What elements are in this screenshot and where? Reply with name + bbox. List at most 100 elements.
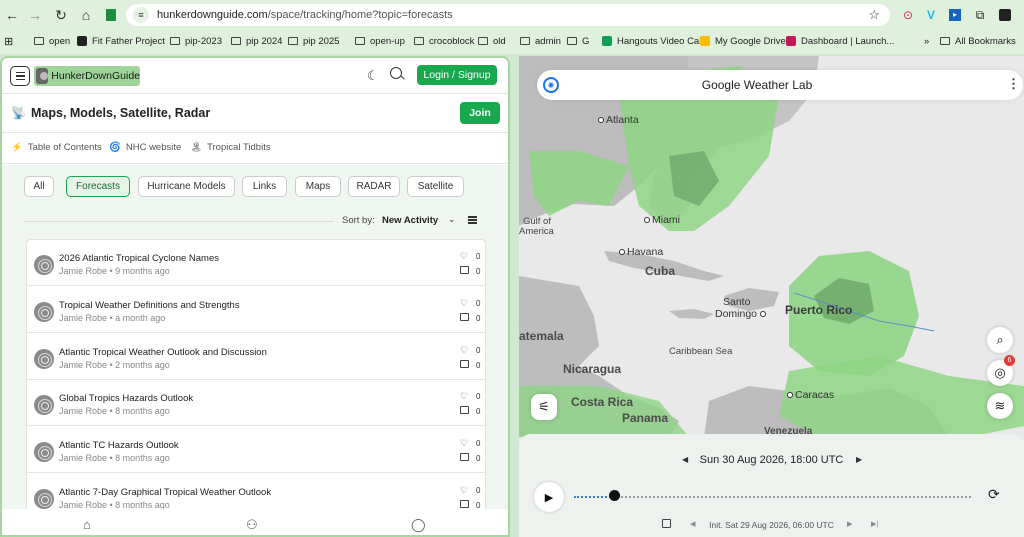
next-time-icon[interactable]: ▶ — [856, 455, 862, 464]
comment-icon[interactable] — [460, 360, 469, 368]
post-title[interactable]: Atlantic TC Hazards Outlook — [59, 440, 179, 451]
post-title[interactable]: Tropical Weather Definitions and Strengt… — [59, 300, 240, 311]
city-dot — [644, 217, 650, 224]
address-bar[interactable]: ≡ hunkerdownguide.com/space/tracking/hom… — [126, 4, 890, 26]
bookmark-label: pip 2024 — [246, 35, 283, 47]
page-title: Maps, Models, Satellite, Radar — [31, 106, 211, 120]
play-button[interactable]: ▶ — [534, 482, 564, 512]
home-nav-icon[interactable]: ⌂ — [83, 517, 91, 532]
back-icon[interactable]: ← — [2, 5, 22, 25]
apps-grid-icon[interactable]: ⊞ — [4, 33, 13, 49]
extensions-puzzle-icon[interactable]: ⧉ — [971, 6, 989, 24]
init-next-icon[interactable]: ▶ — [847, 520, 852, 528]
bookmark-label: Dashboard | Launch... — [801, 35, 895, 47]
bookmarks-overflow[interactable]: » — [924, 33, 929, 49]
list-item[interactable]: Atlantic TC Hazards Outlook Jamie Robe •… — [27, 427, 485, 473]
filter-hurricane-models[interactable]: Hurricane Models — [138, 176, 235, 197]
filter-satellite[interactable]: Satellite — [407, 176, 464, 197]
city-dot — [787, 392, 793, 399]
comment-icon[interactable] — [460, 266, 469, 274]
link-tropical-tidbits[interactable]: 🏝 Tropical Tidbits — [190, 142, 271, 153]
replay-icon[interactable]: ⟳ — [988, 486, 1000, 503]
post-title[interactable]: Atlantic Tropical Weather Outlook and Di… — [59, 347, 267, 358]
comment-icon[interactable] — [460, 313, 469, 321]
layers-icon[interactable]: ≋ — [987, 393, 1013, 419]
post-title[interactable]: Atlantic 7-Day Graphical Tropical Weathe… — [59, 487, 271, 498]
list-item[interactable]: Global Tropics Hazards Outlook Jamie Rob… — [27, 380, 485, 426]
bookmark-dashboard-launch[interactable]: Dashboard | Launch... — [786, 33, 894, 49]
site-logo[interactable]: HunkerDownGuide — [34, 66, 140, 86]
divider — [24, 221, 334, 222]
post-title[interactable]: Global Tropics Hazards Outlook — [59, 393, 193, 404]
filter-all[interactable]: All — [24, 176, 54, 197]
home-icon[interactable]: ⌂ — [76, 5, 96, 25]
reload-icon[interactable]: ↻ — [51, 5, 71, 25]
heart-icon[interactable]: ♡ — [460, 298, 468, 309]
link-label: NHC website — [125, 142, 182, 153]
more-menu-icon[interactable]: ⋮ — [1007, 76, 1020, 92]
cyclone-tracks-icon[interactable]: ◎ 6 — [987, 355, 1015, 386]
heart-icon[interactable]: ♡ — [460, 345, 468, 356]
heart-icon[interactable]: ♡ — [460, 438, 468, 449]
site-info-icon[interactable]: ≡ — [133, 7, 149, 23]
list-item[interactable]: Tropical Weather Definitions and Strengt… — [27, 287, 485, 333]
bookmark-pip-2023[interactable]: pip-2023 — [170, 33, 222, 49]
zoom-search-icon[interactable]: ⌕ — [987, 327, 1013, 353]
menu-icon[interactable] — [10, 66, 30, 86]
weather-map[interactable] — [519, 56, 1024, 437]
join-button[interactable]: Join — [460, 102, 500, 124]
filter-maps[interactable]: Maps — [295, 176, 341, 197]
filter-forecasts[interactable]: Forecasts — [66, 176, 130, 197]
members-nav-icon[interactable]: ⚇ — [246, 517, 258, 533]
link-nhc-website[interactable]: 🌀 NHC website — [109, 142, 181, 153]
link-table-of-contents[interactable]: ⚡ Table of Contents — [11, 142, 102, 153]
bookmark-pip-2024[interactable]: pip 2024 — [231, 33, 282, 49]
bookmark-hangouts-video-call[interactable]: Hangouts Video Call — [602, 33, 703, 49]
bookmark-my-google-drive[interactable]: My Google Drive — [700, 33, 786, 49]
timeline-track[interactable] — [574, 496, 971, 498]
all-bookmarks[interactable]: All Bookmarks — [940, 33, 1016, 49]
settings-sliders-icon[interactable]: ⚟ — [531, 394, 557, 420]
search-icon[interactable] — [390, 67, 402, 79]
city-atlanta: Atlanta — [598, 114, 639, 126]
forward-icon[interactable]: → — [25, 5, 45, 25]
dark-mode-icon[interactable]: ☾ — [367, 68, 379, 84]
bookmark-star-icon[interactable]: ☆ — [868, 7, 880, 23]
bookmark-old[interactable]: old — [478, 33, 506, 49]
comment-icon[interactable] — [460, 453, 469, 461]
post-list: 2026 Atlantic Tropical Cyclone Names Jam… — [26, 239, 486, 535]
bookmark-open-up[interactable]: open-up — [355, 33, 405, 49]
url-text[interactable]: hunkerdownguide.com/space/tracking/home?… — [157, 9, 453, 21]
list-view-icon[interactable] — [468, 216, 477, 224]
heart-icon[interactable]: ♡ — [460, 391, 468, 402]
heart-icon[interactable]: ♡ — [460, 485, 468, 496]
init-time: Init. Sat 29 Aug 2026, 06:00 UTC — [709, 520, 834, 530]
list-item[interactable]: 2026 Atlantic Tropical Cyclone Names Jam… — [27, 240, 485, 286]
bookmark-open[interactable]: open — [34, 33, 70, 49]
favicon-icon — [700, 36, 710, 46]
bookmark-admin[interactable]: admin — [520, 33, 561, 49]
vimeo-extension-icon[interactable]: V — [922, 6, 940, 24]
filter-links[interactable]: Links — [242, 176, 287, 197]
init-last-icon[interactable]: ▶| — [871, 520, 878, 528]
comment-icon[interactable] — [460, 500, 469, 508]
filter-radar[interactable]: RADAR — [348, 176, 400, 197]
bookmark-fit-father-project[interactable]: Fit Father Project — [77, 33, 165, 49]
extension-d-icon[interactable]: ▸ — [946, 6, 964, 24]
timeline-handle[interactable] — [608, 490, 620, 501]
post-title[interactable]: 2026 Atlantic Tropical Cyclone Names — [59, 253, 219, 264]
login-signup-button[interactable]: Login / Signup — [417, 65, 497, 85]
heart-icon[interactable]: ♡ — [460, 251, 468, 262]
extension-pink-icon[interactable]: ⊙ — [899, 6, 917, 24]
chevron-down-icon[interactable]: ⌄ — [448, 214, 456, 225]
profile-icon[interactable] — [996, 6, 1014, 24]
bookmark-crocoblock[interactable]: crocoblock — [414, 33, 474, 49]
bookmark-pip-2025[interactable]: pip 2025 — [288, 33, 339, 49]
comment-count: 0 — [476, 407, 481, 416]
reading-mode-icon[interactable] — [101, 5, 121, 25]
profile-nav-icon[interactable]: ◯ — [411, 517, 426, 533]
list-item[interactable]: Atlantic Tropical Weather Outlook and Di… — [27, 334, 485, 380]
sort-dropdown[interactable]: New Activity — [382, 215, 438, 226]
comment-icon[interactable] — [460, 406, 469, 414]
bookmark-g[interactable]: G — [567, 33, 589, 49]
